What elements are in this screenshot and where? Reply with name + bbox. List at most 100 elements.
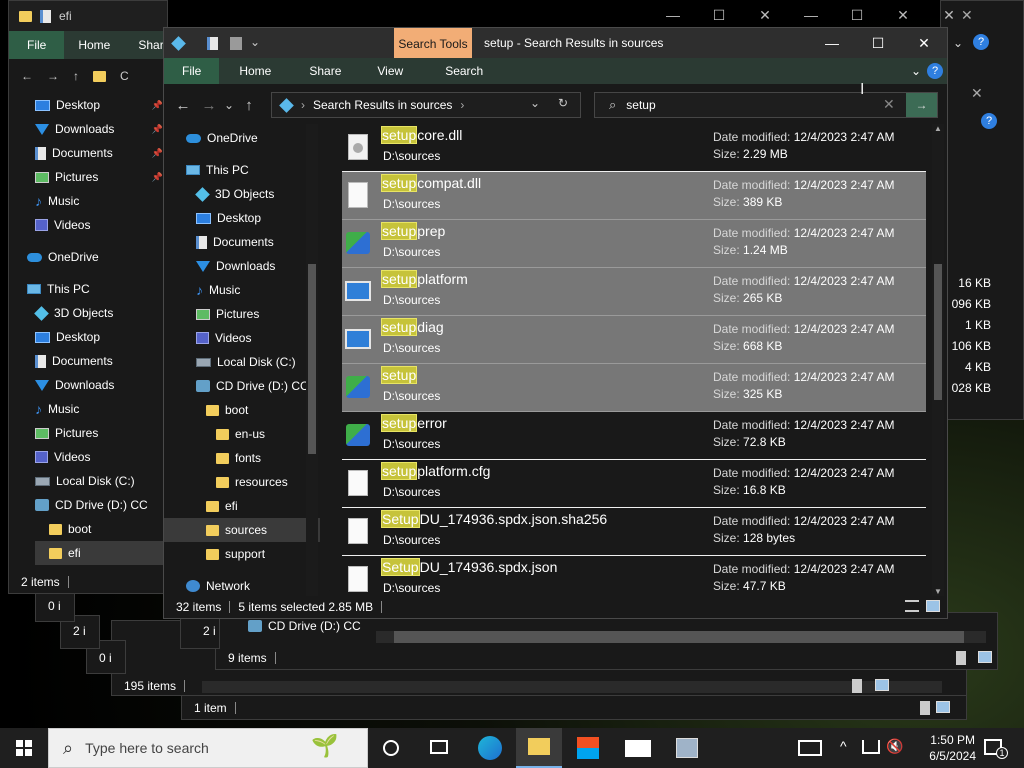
details-view-icon[interactable] — [905, 600, 919, 612]
touch-keyboard-icon[interactable] — [798, 740, 822, 756]
background-window-3[interactable]: 2 i — [180, 615, 220, 649]
back-arrow-icon[interactable]: ← — [170, 97, 196, 114]
address-dropdown-icon[interactable]: ⌄ — [530, 96, 540, 110]
nav-item[interactable]: efi — [35, 541, 167, 565]
nav-item[interactable]: Pictures — [35, 421, 167, 445]
close-icon[interactable]: ✕ — [742, 0, 788, 30]
nav-item[interactable]: Pictures 📌 — [35, 165, 167, 189]
background-window-1[interactable]: 0 i — [35, 592, 75, 622]
nav-item[interactable]: This PC — [27, 277, 167, 301]
recent-locations-chevron-icon[interactable]: ⌄ — [222, 98, 236, 112]
navigation-pane[interactable]: Desktop 📌 Downloads 📌 Documents 📌 Pictures 📌 ♪ Mu… — [9, 93, 167, 565]
ribbon-file-tab[interactable]: File — [164, 58, 220, 84]
result-row[interactable]: SetupDU_174936.spdx.json.sha256 D:\source… — [342, 508, 926, 556]
ribbon-search-tab[interactable]: Search — [421, 64, 507, 78]
ribbon-home-tab[interactable]: Home — [64, 38, 124, 52]
nav-item[interactable]: Downloads 📌 — [35, 117, 167, 141]
ribbon-share-tab[interactable]: Share — [124, 38, 167, 52]
large-icons-view-icon[interactable] — [978, 651, 992, 663]
ribbon-expand-icon[interactable]: ⌄ — [905, 64, 927, 78]
up-arrow-icon[interactable]: ↑ — [73, 69, 79, 83]
maximize-icon[interactable]: ☐ — [696, 0, 742, 30]
pin-icon[interactable]: 📌 — [152, 124, 163, 135]
nav-item[interactable]: boot — [164, 398, 320, 422]
close-icon[interactable]: ✕ — [926, 0, 972, 30]
forward-arrow-icon[interactable]: → — [196, 97, 222, 114]
cortana-icon[interactable] — [383, 740, 399, 756]
nav-item[interactable]: Pictures — [164, 302, 320, 326]
help-icon[interactable]: ? — [927, 63, 943, 79]
nav-item[interactable]: Desktop — [35, 325, 167, 349]
details-view-icon[interactable] — [920, 701, 930, 715]
background-window-5[interactable]: CD Drive (D:) CC 9 items — [215, 612, 998, 670]
nav-item[interactable]: ♪ Music — [164, 278, 320, 302]
background-window-efi[interactable]: efi File Home Share ← → ↑ C Desktop 📌 Downloa… — [8, 0, 168, 594]
minimize-icon[interactable]: — — [809, 28, 855, 58]
nav-item[interactable]: Network — [164, 574, 320, 596]
ribbon-share-tab[interactable]: Share — [291, 64, 359, 78]
nav-item[interactable]: resources — [164, 470, 320, 494]
nav-item[interactable]: efi — [164, 494, 320, 518]
horizontal-scrollbar[interactable] — [202, 681, 942, 693]
microsoft-store-icon[interactable] — [577, 737, 599, 759]
result-row[interactable]: SetupDU_174936.spdx.json D:\sources Date m… — [342, 556, 926, 596]
nav-item[interactable]: fonts — [164, 446, 320, 470]
background-caption-buttons[interactable]: — ☐ ✕ — ☐ ✕ ✕ — [650, 0, 972, 30]
nav-item[interactable]: Desktop 📌 — [35, 93, 167, 117]
nav-item[interactable]: Videos — [164, 326, 320, 350]
pin-icon[interactable]: 📌 — [152, 100, 163, 111]
tree-item-cd-drive[interactable]: CD Drive (D:) CC — [248, 619, 361, 633]
breadcrumb-chevron-icon[interactable]: › — [460, 98, 464, 112]
help-icon[interactable]: ? — [973, 34, 989, 50]
nav-item[interactable]: Local Disk (C:) — [164, 350, 320, 374]
show-hidden-icons-chevron-icon[interactable]: ^ — [840, 738, 847, 754]
close-icon[interactable]: ✕ — [971, 85, 983, 102]
maximize-icon[interactable]: ☐ — [834, 0, 880, 30]
minimize-icon[interactable]: — — [650, 0, 696, 30]
nav-item[interactable]: Downloads — [164, 254, 320, 278]
back-arrow-icon[interactable]: ← — [21, 69, 33, 83]
mail-icon[interactable] — [625, 740, 651, 757]
help-icon[interactable]: ? — [981, 113, 997, 129]
nav-item[interactable]: sources — [164, 518, 320, 542]
start-button[interactable] — [0, 728, 48, 768]
nav-item[interactable]: boot — [35, 517, 167, 541]
nav-item[interactable]: en-us — [164, 422, 320, 446]
maximize-icon[interactable]: ☐ — [855, 28, 901, 58]
result-row[interactable]: setup D:\sources Date modified: 12/4/2023 … — [342, 364, 926, 412]
nav-item[interactable]: Downloads — [35, 373, 167, 397]
nav-item[interactable]: ♪ Music — [35, 189, 167, 213]
nav-item[interactable]: Videos — [35, 445, 167, 469]
results-scrollbar[interactable]: ▲ ▼ — [932, 124, 944, 596]
ribbon-expand-icon[interactable]: ⌄ — [953, 36, 963, 50]
close-icon[interactable]: ✕ — [880, 0, 926, 30]
large-icons-view-icon[interactable] — [875, 679, 889, 691]
nav-item[interactable]: CD Drive (D:) CC — [35, 493, 167, 517]
nav-item[interactable]: 3D Objects — [34, 301, 167, 325]
nav-item[interactable]: 3D Objects — [164, 182, 320, 206]
new-folder-icon[interactable] — [230, 37, 242, 50]
edge-browser-icon[interactable] — [478, 736, 502, 760]
nav-item[interactable]: Videos — [35, 213, 167, 237]
details-view-icon[interactable] — [852, 679, 862, 693]
result-row[interactable]: setupcore.dll D:\sources Date modified: 12… — [342, 124, 926, 172]
nav-item[interactable]: This PC — [164, 158, 320, 182]
system-clock[interactable]: 1:50 PM 6/5/2024 — [929, 732, 976, 764]
nav-item[interactable]: Documents — [164, 230, 320, 254]
ribbon-home-tab[interactable]: Home — [219, 64, 291, 78]
quick-access-dropdown-icon[interactable]: ⌄ — [250, 35, 260, 49]
result-row[interactable]: setuperror D:\sources Date modified: 12/4/… — [342, 412, 926, 460]
refresh-icon[interactable]: ↻ — [558, 96, 568, 110]
nav-item[interactable]: CD Drive (D:) CC — [164, 374, 320, 398]
clear-search-icon[interactable]: ✕ — [883, 96, 895, 113]
up-arrow-icon[interactable]: ↑ — [236, 97, 262, 114]
nav-item[interactable]: Desktop — [164, 206, 320, 230]
result-row[interactable]: setupplatform.cfg D:\sources Date modified… — [342, 460, 926, 508]
title-bar[interactable]: ⌄ Search Tools setup - Search Results in… — [164, 28, 947, 58]
nav-item[interactable]: OneDrive — [27, 245, 167, 269]
large-icons-view-icon[interactable] — [936, 701, 950, 713]
background-window-right[interactable]: ✕ ✕ ? 16 KB 096 KB 1 KB 106 KB 4 KB 028 KB — [940, 0, 1024, 420]
nav-item[interactable]: Documents — [35, 349, 167, 373]
nav-item[interactable]: OneDrive — [164, 126, 320, 150]
pin-icon[interactable]: 📌 — [152, 148, 163, 159]
